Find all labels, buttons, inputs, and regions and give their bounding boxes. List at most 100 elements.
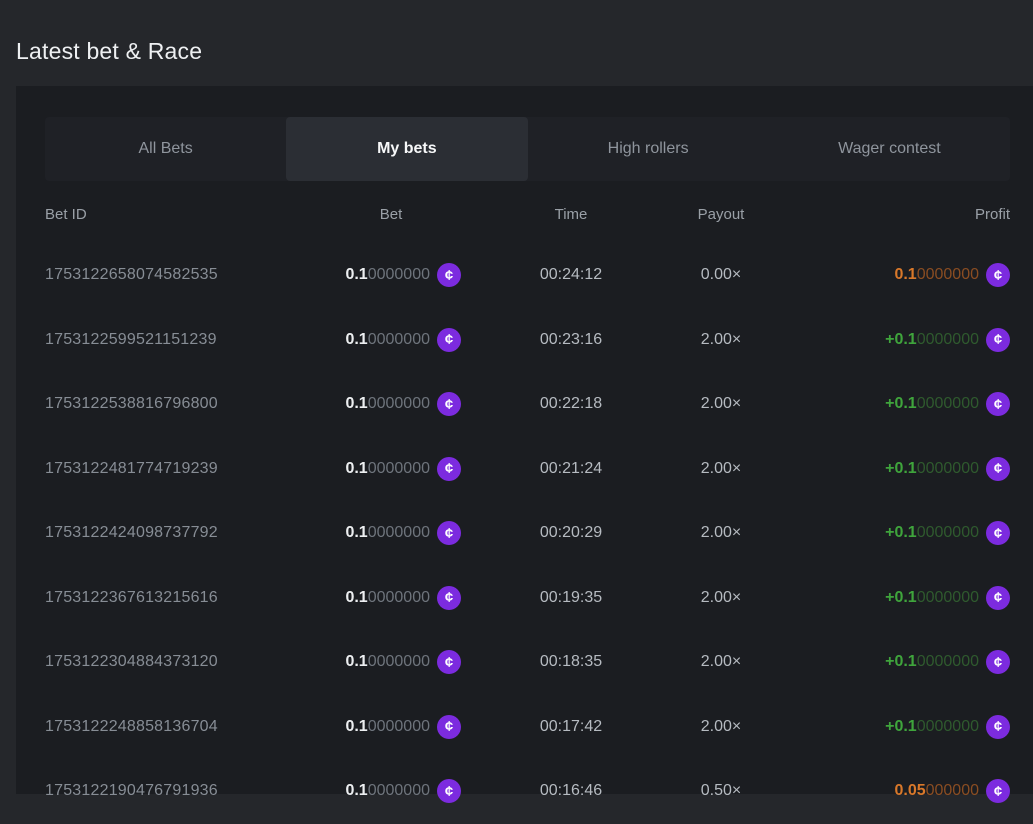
table-row: 1753122481774719239 0.10000000 ¢ 00:21:2…	[45, 437, 1010, 502]
payout-cell: 0.50×	[681, 782, 761, 800]
profit-cell: +0.10000000 ¢	[761, 521, 1010, 545]
bet-id-cell: 1753122658074582535	[45, 266, 321, 284]
bet-amount-cell: 0.10000000 ¢	[321, 586, 461, 610]
profit-amount: +0.10000000	[885, 395, 979, 413]
payout-cell: 2.00×	[681, 653, 761, 671]
tab-label: My bets	[377, 140, 437, 158]
column-header-bet: Bet	[321, 206, 461, 223]
profit-amount: 0.10000000	[894, 266, 979, 284]
bet-amount: 0.10000000	[345, 524, 430, 542]
table-row: 1753122248858136704 0.10000000 ¢ 00:17:4…	[45, 695, 1010, 760]
tab-label: High rollers	[608, 140, 689, 158]
payout-cell: 0.00×	[681, 266, 761, 284]
coin-icon: ¢	[986, 457, 1010, 481]
bet-id-cell: 1753122424098737792	[45, 524, 321, 542]
coin-icon: ¢	[437, 328, 461, 352]
coin-icon: ¢	[437, 779, 461, 803]
coin-icon: ¢	[437, 586, 461, 610]
bet-time-cell: 00:17:42	[461, 718, 681, 736]
bet-amount-cell: 0.10000000 ¢	[321, 392, 461, 416]
payout-cell: 2.00×	[681, 331, 761, 349]
bet-time-cell: 00:24:12	[461, 266, 681, 284]
table-row: 1753122304884373120 0.10000000 ¢ 00:18:3…	[45, 630, 1010, 695]
coin-icon: ¢	[986, 392, 1010, 416]
payout-cell: 2.00×	[681, 589, 761, 607]
payout-cell: 2.00×	[681, 524, 761, 542]
profit-amount: +0.10000000	[885, 331, 979, 349]
payout-cell: 2.00×	[681, 395, 761, 413]
bet-time-cell: 00:20:29	[461, 524, 681, 542]
tab-all-bets[interactable]: All Bets	[45, 117, 286, 181]
bet-time-cell: 00:22:18	[461, 395, 681, 413]
table-row: 1753122190476791936 0.10000000 ¢ 00:16:4…	[45, 759, 1010, 824]
bet-amount: 0.10000000	[345, 718, 430, 736]
table-row: 1753122367613215616 0.10000000 ¢ 00:19:3…	[45, 566, 1010, 631]
bet-amount: 0.10000000	[345, 266, 430, 284]
bet-amount-cell: 0.10000000 ¢	[321, 263, 461, 287]
coin-icon: ¢	[437, 457, 461, 481]
profit-amount: +0.10000000	[885, 589, 979, 607]
bet-amount-cell: 0.10000000 ¢	[321, 715, 461, 739]
coin-icon: ¢	[986, 263, 1010, 287]
coin-icon: ¢	[986, 650, 1010, 674]
bet-amount-cell: 0.10000000 ¢	[321, 650, 461, 674]
column-header-bet-id: Bet ID	[45, 206, 321, 223]
table-header-row: Bet IDBetTimePayoutProfit	[45, 189, 1010, 239]
bet-amount: 0.10000000	[345, 460, 430, 478]
page-title: Latest bet & Race	[16, 38, 202, 65]
coin-icon: ¢	[986, 715, 1010, 739]
payout-cell: 2.00×	[681, 460, 761, 478]
coin-icon: ¢	[437, 715, 461, 739]
profit-cell: +0.10000000 ¢	[761, 457, 1010, 481]
tab-high-rollers[interactable]: High rollers	[528, 117, 769, 181]
profit-cell: +0.10000000 ¢	[761, 328, 1010, 352]
coin-icon: ¢	[986, 328, 1010, 352]
bet-amount: 0.10000000	[345, 395, 430, 413]
bet-time-cell: 00:16:46	[461, 782, 681, 800]
coin-icon: ¢	[986, 779, 1010, 803]
profit-amount: +0.10000000	[885, 718, 979, 736]
bets-tab-bar: All Bets My bets High rollers Wager cont…	[45, 117, 1010, 181]
coin-icon: ¢	[437, 650, 461, 674]
latest-bets-panel: All Bets My bets High rollers Wager cont…	[16, 86, 1033, 794]
tab-label: All Bets	[139, 140, 193, 158]
table-row: 1753122538816796800 0.10000000 ¢ 00:22:1…	[45, 372, 1010, 437]
tab-label: Wager contest	[838, 140, 941, 158]
bet-amount-cell: 0.10000000 ¢	[321, 457, 461, 481]
table-row: 1753122424098737792 0.10000000 ¢ 00:20:2…	[45, 501, 1010, 566]
payout-cell: 2.00×	[681, 718, 761, 736]
table-row: 1753122599521151239 0.10000000 ¢ 00:23:1…	[45, 308, 1010, 373]
bet-id-cell: 1753122248858136704	[45, 718, 321, 736]
bet-amount-cell: 0.10000000 ¢	[321, 779, 461, 803]
coin-icon: ¢	[437, 521, 461, 545]
coin-icon: ¢	[986, 586, 1010, 610]
coin-icon: ¢	[437, 263, 461, 287]
profit-cell: +0.10000000 ¢	[761, 392, 1010, 416]
bet-amount-cell: 0.10000000 ¢	[321, 328, 461, 352]
profit-amount: +0.10000000	[885, 653, 979, 671]
profit-cell: +0.10000000 ¢	[761, 650, 1010, 674]
bet-amount: 0.10000000	[345, 653, 430, 671]
bet-time-cell: 00:21:24	[461, 460, 681, 478]
bet-time-cell: 00:19:35	[461, 589, 681, 607]
bet-id-cell: 1753122538816796800	[45, 395, 321, 413]
bet-amount: 0.10000000	[345, 331, 430, 349]
profit-cell: +0.10000000 ¢	[761, 586, 1010, 610]
bet-id-cell: 1753122367613215616	[45, 589, 321, 607]
tab-my-bets[interactable]: My bets	[286, 117, 527, 181]
coin-icon: ¢	[986, 521, 1010, 545]
bet-id-cell: 1753122304884373120	[45, 653, 321, 671]
profit-amount: 0.05000000	[894, 782, 979, 800]
bet-amount: 0.10000000	[345, 782, 430, 800]
bet-id-cell: 1753122481774719239	[45, 460, 321, 478]
bet-id-cell: 1753122599521151239	[45, 331, 321, 349]
profit-cell: 0.05000000 ¢	[761, 779, 1010, 803]
profit-amount: +0.10000000	[885, 524, 979, 542]
column-header-payout: Payout	[681, 206, 761, 223]
profit-cell: +0.10000000 ¢	[761, 715, 1010, 739]
tab-wager-contest[interactable]: Wager contest	[769, 117, 1010, 181]
bet-time-cell: 00:23:16	[461, 331, 681, 349]
column-header-time: Time	[461, 206, 681, 223]
bet-id-cell: 1753122190476791936	[45, 782, 321, 800]
profit-cell: 0.10000000 ¢	[761, 263, 1010, 287]
